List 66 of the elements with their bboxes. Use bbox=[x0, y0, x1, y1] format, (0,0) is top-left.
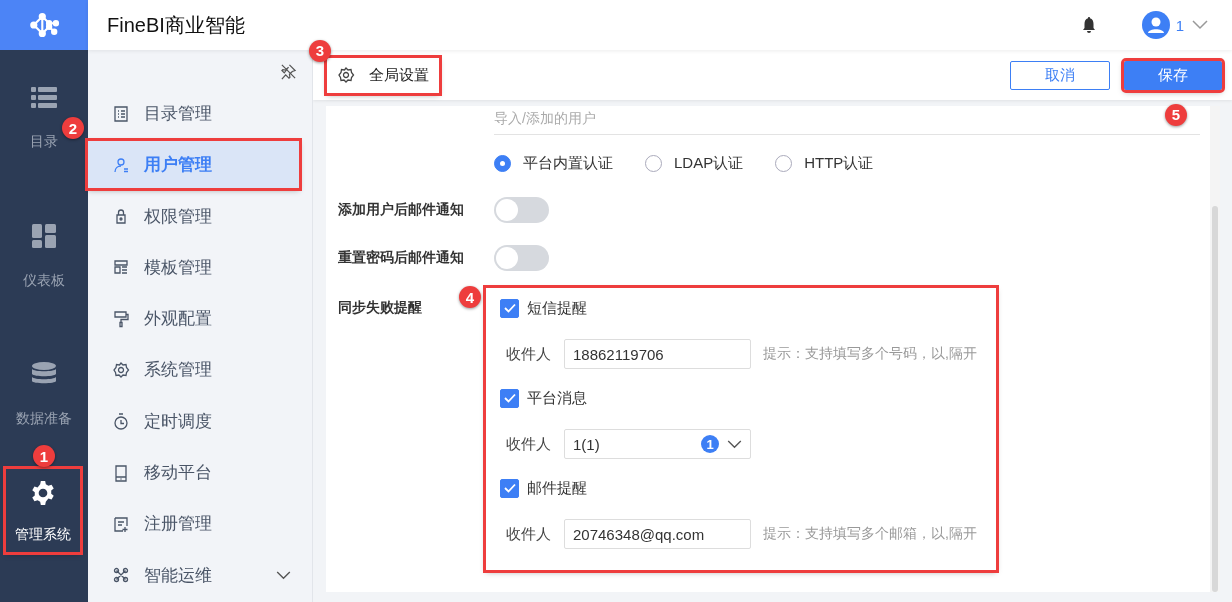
nav-item[interactable]: 系统管理 bbox=[88, 346, 299, 394]
callout-badge: 1 bbox=[33, 445, 55, 467]
radio-option[interactable]: HTTP认证 bbox=[775, 153, 874, 173]
nav-icon bbox=[112, 463, 130, 482]
radio-option[interactable]: 平台内置认证 bbox=[494, 153, 613, 173]
check-icon bbox=[503, 303, 516, 313]
bell-icon[interactable] bbox=[1081, 17, 1096, 33]
checkbox-label[interactable]: 短信提醒 bbox=[527, 298, 587, 318]
hint-text: 提示：支持填写多个号码，以,隔开 bbox=[763, 345, 977, 363]
nav-icon bbox=[112, 155, 130, 174]
radio-option[interactable]: LDAP认证 bbox=[645, 153, 744, 173]
nav-item[interactable]: 移动平台 bbox=[88, 449, 299, 497]
nav-item[interactable]: 模板管理 bbox=[88, 243, 299, 291]
field-label: 收件人 bbox=[506, 524, 552, 544]
callout-badge: 5 bbox=[1165, 103, 1187, 126]
avatar-icon[interactable] bbox=[1141, 11, 1170, 39]
nav-icon bbox=[112, 566, 130, 585]
field-label: 收件人 bbox=[506, 434, 552, 454]
rail-item[interactable]: 目录 bbox=[30, 87, 58, 151]
nav-item[interactable]: 注册管理 bbox=[88, 500, 299, 548]
rail-item[interactable]: 数据准备 bbox=[16, 362, 72, 428]
database-icon bbox=[31, 362, 57, 386]
callout-badge: 4 bbox=[459, 286, 481, 308]
scrollbar-thumb[interactable] bbox=[1212, 206, 1218, 592]
field-label: 重置密码后邮件通知 bbox=[338, 249, 465, 267]
list-icon bbox=[31, 87, 57, 109]
checkbox[interactable] bbox=[500, 388, 519, 408]
hint-text: 提示：支持填写多个邮箱，以,隔开 bbox=[763, 525, 977, 543]
radio-icon[interactable] bbox=[494, 154, 511, 172]
recipient-field[interactable]: 18862119706 bbox=[564, 339, 751, 369]
checkbox[interactable] bbox=[500, 298, 519, 318]
field-label: 添加用户后邮件通知 bbox=[338, 201, 465, 219]
nav-icon bbox=[112, 258, 130, 277]
settings-icon bbox=[337, 66, 355, 84]
recipient-field[interactable]: 20746348@qq.com bbox=[564, 519, 751, 549]
nav-icon bbox=[112, 104, 130, 123]
nav-item[interactable]: 智能运维 bbox=[88, 551, 299, 599]
app-title: FineBI商业智能 bbox=[107, 12, 246, 38]
gear-icon bbox=[30, 480, 56, 506]
nav-item[interactable]: 权限管理 bbox=[88, 192, 299, 240]
nav-item[interactable]: 外观配置 bbox=[88, 295, 299, 343]
toggle-switch[interactable] bbox=[494, 197, 549, 223]
checkbox[interactable] bbox=[500, 478, 519, 498]
chevron-down-icon[interactable] bbox=[1192, 20, 1208, 30]
check-icon bbox=[503, 393, 516, 403]
toggle-switch[interactable] bbox=[494, 245, 549, 271]
checkbox-label[interactable]: 邮件提醒 bbox=[527, 478, 587, 498]
nav-item[interactable]: 定时调度 bbox=[88, 397, 299, 445]
check-icon bbox=[503, 483, 516, 493]
nav-icon bbox=[112, 412, 130, 431]
nav-icon bbox=[112, 514, 130, 533]
field-label: 同步失败提醒 bbox=[338, 299, 423, 317]
user-name[interactable]: 1 bbox=[1175, 16, 1184, 34]
nav-icon bbox=[112, 309, 130, 328]
checkbox-label[interactable]: 平台消息 bbox=[527, 388, 587, 408]
cancel-button[interactable]: 取消 bbox=[1010, 60, 1110, 90]
pin-icon[interactable] bbox=[280, 63, 297, 80]
dashboard-icon bbox=[32, 224, 56, 248]
nav-icon bbox=[112, 361, 130, 379]
field-label: 收件人 bbox=[506, 344, 552, 364]
logo-icon[interactable] bbox=[0, 0, 88, 50]
count-badge: 1 bbox=[701, 435, 719, 453]
chevron-down-icon bbox=[276, 570, 291, 580]
recipient-select[interactable]: 1(1) 1 bbox=[564, 429, 751, 459]
rail-item[interactable]: 仪表板 bbox=[23, 224, 65, 290]
chevron-down-icon bbox=[727, 439, 742, 449]
